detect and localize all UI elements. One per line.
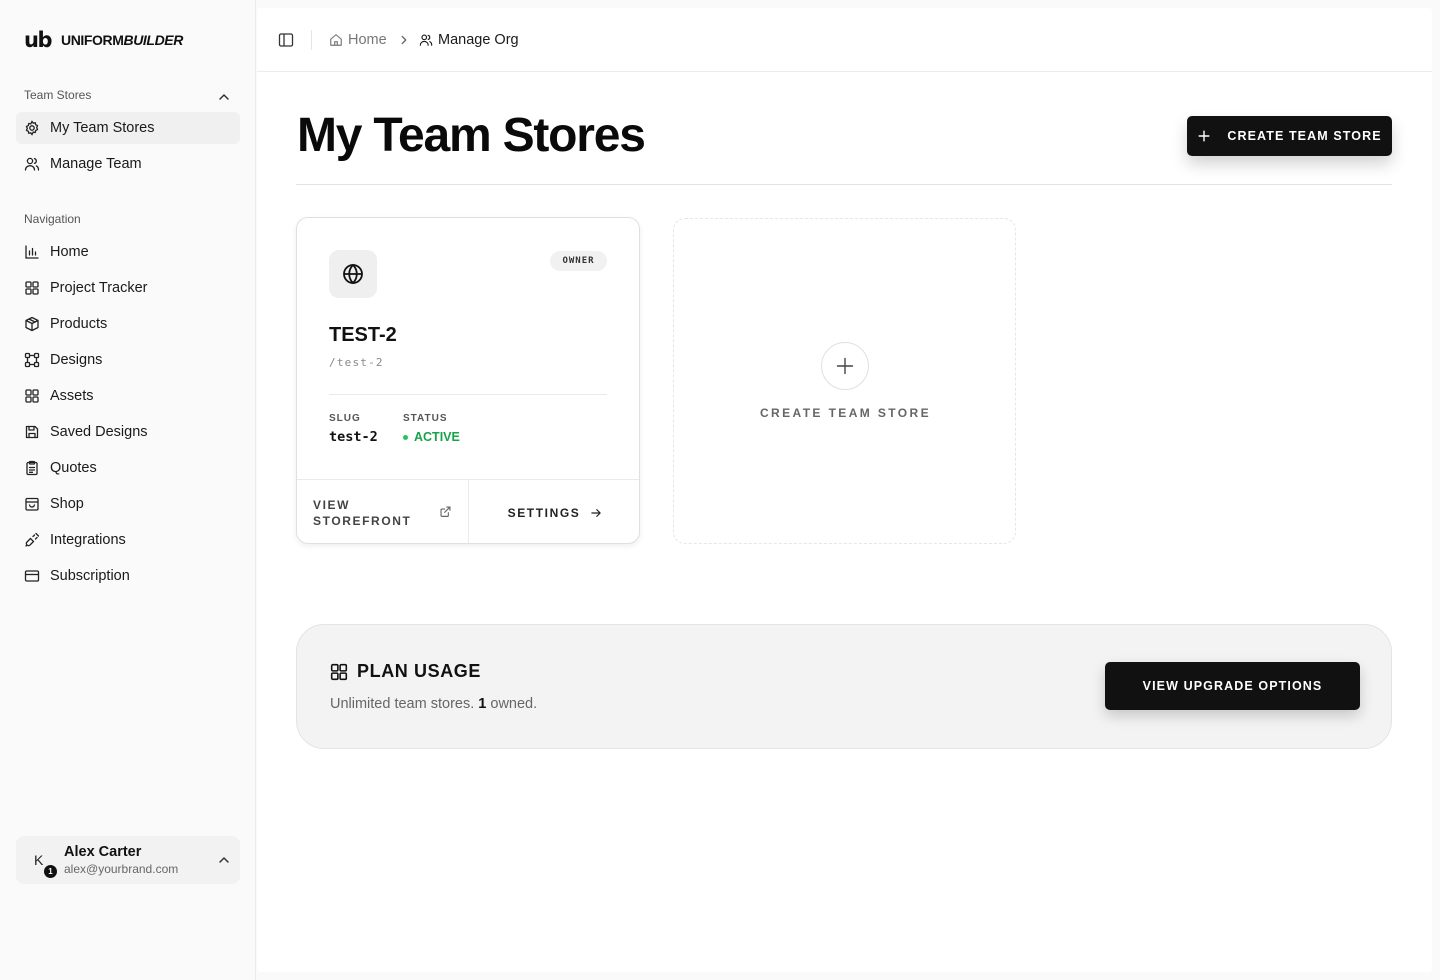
create-team-store-button[interactable]: CREATE TEAM STORE [1187, 116, 1392, 156]
slug-value: test-2 [329, 429, 378, 445]
sidebar-item-quotes[interactable]: Quotes [16, 452, 240, 484]
chevron-right-icon [401, 35, 407, 45]
sidebar: ub UNIFORMBUILDER Team Stores My Team St… [0, 0, 256, 980]
status-dot [403, 434, 408, 440]
breadcrumb-home[interactable]: Home [329, 30, 387, 50]
sidebar-item-assets[interactable]: Assets [16, 380, 240, 412]
store-icon [25, 497, 39, 511]
user-email: alex@yourbrand.com [64, 862, 179, 876]
sidebar-item-integrations[interactable]: Integrations [16, 524, 240, 556]
view-storefront-label: VIEW STOREFRONT [313, 498, 412, 528]
brand-name: UNIFORMBUILDER [61, 32, 183, 48]
sidebar-item-label: Products [50, 316, 108, 332]
sidebar-item-saved-designs[interactable]: Saved Designs [16, 416, 240, 448]
sidebar-item-my-team-stores[interactable]: My Team Stores [16, 112, 240, 144]
status-value: ACTIVE [414, 430, 460, 444]
clipboard-icon [26, 460, 38, 476]
home-icon [330, 34, 342, 46]
grid-icon [25, 281, 39, 295]
main-panel: Home Manage Org My Team Stores CREATE TE… [257, 8, 1432, 972]
sidebar-item-label: Integrations [50, 532, 126, 548]
status-badge: ACTIVE [403, 430, 460, 444]
gear-icon [25, 120, 39, 136]
slug-label: SLUG [329, 413, 361, 424]
frame-icon [24, 352, 40, 368]
upgrade-button-label: VIEW UPGRADE OPTIONS [1142, 679, 1323, 693]
sidebar-item-subscription[interactable]: Subscription [16, 560, 240, 592]
sidebar-toggle-icon[interactable] [278, 32, 294, 48]
store-name: TEST-2 [329, 324, 397, 346]
card-footer: VIEW STOREFRONT SETTINGS [297, 479, 639, 543]
credit-card-icon [24, 570, 40, 582]
view-upgrade-options-button[interactable]: VIEW UPGRADE OPTIONS [1105, 662, 1360, 710]
user-name: Alex Carter [64, 844, 142, 860]
breadcrumb-home-label: Home [348, 32, 387, 48]
save-icon [25, 425, 39, 439]
sidebar-item-shop[interactable]: Shop [16, 488, 240, 520]
top-bar: Home Manage Org [257, 8, 1432, 72]
role-badge: OWNER [550, 251, 607, 271]
breadcrumb-current-label: Manage Org [438, 32, 519, 48]
users-icon [419, 34, 433, 46]
divider [329, 394, 607, 395]
plus-icon [1198, 130, 1210, 142]
package-icon [25, 316, 39, 332]
sidebar-item-label: Designs [50, 352, 103, 368]
plus-icon [821, 342, 869, 390]
notification-badge: 1 [44, 865, 57, 878]
divider [311, 30, 312, 50]
settings-label: SETTINGS [507, 506, 581, 520]
sidebar-item-label: Assets [50, 388, 94, 404]
sidebar-item-label: Project Tracker [50, 280, 148, 296]
sidebar-item-manage-team[interactable]: Manage Team [16, 148, 240, 180]
plan-usage-title: PLAN USAGE [357, 661, 482, 681]
brand-logo[interactable]: ub UNIFORMBUILDER [24, 28, 183, 52]
page-title: My Team Stores [297, 109, 646, 162]
store-path: /test-2 [329, 356, 384, 369]
store-icon [329, 250, 377, 298]
grid-icon [25, 389, 39, 403]
plan-usage-text: Unlimited team stores. 1 owned. [330, 696, 537, 712]
user-menu[interactable]: K 1 Alex Carter alex@yourbrand.com [16, 836, 240, 884]
sidebar-item-home[interactable]: Home [16, 236, 240, 268]
sidebar-item-designs[interactable]: Designs [16, 344, 240, 376]
chevron-up-icon[interactable] [216, 89, 232, 105]
external-link-icon [440, 506, 451, 517]
create-team-store-label: CREATE TEAM STORE [1227, 129, 1382, 143]
globe-icon [343, 263, 363, 285]
sidebar-item-label: Home [50, 244, 89, 260]
plan-usage-text-after: owned. [490, 696, 538, 712]
sidebar-item-label: Manage Team [50, 156, 142, 172]
brand-name-prefix: UNIFORM [60, 32, 124, 48]
chevron-up-icon[interactable] [216, 852, 232, 868]
owned-count: 1 [478, 696, 487, 712]
store-card: OWNER TEST-2 /test-2 SLUG test-2 STATUS … [296, 217, 640, 544]
section-label-team-stores: Team Stores [24, 88, 92, 102]
users-icon [24, 157, 40, 171]
sidebar-item-products[interactable]: Products [16, 308, 240, 340]
section-label-navigation: Navigation [24, 212, 81, 226]
sidebar-item-project-tracker[interactable]: Project Tracker [16, 272, 240, 304]
brand-name-suffix: BUILDER [123, 32, 184, 48]
grid-icon [330, 663, 348, 681]
sidebar-item-label: Quotes [50, 460, 97, 476]
create-team-store-card-label: CREATE TEAM STORE [759, 406, 932, 420]
plan-usage-text-before: Unlimited team stores. [330, 696, 475, 712]
brand-mark: ub [24, 28, 52, 52]
sidebar-item-label: Saved Designs [50, 424, 148, 440]
create-team-store-card[interactable]: CREATE TEAM STORE [673, 218, 1016, 544]
divider [296, 184, 1392, 185]
plan-usage-panel: PLAN USAGE Unlimited team stores. 1 owne… [296, 624, 1392, 749]
sidebar-item-label: My Team Stores [50, 120, 155, 136]
view-storefront-button[interactable]: VIEW STOREFRONT [297, 480, 468, 543]
breadcrumb-current: Manage Org [419, 30, 519, 50]
arrow-right-icon [591, 509, 602, 517]
status-label: STATUS [403, 413, 448, 424]
avatar: K [34, 852, 44, 868]
plug-icon [25, 532, 40, 547]
sidebar-item-label: Subscription [50, 568, 130, 584]
sidebar-item-label: Shop [50, 496, 84, 512]
settings-button[interactable]: SETTINGS [469, 480, 639, 543]
bar-chart-icon [25, 245, 39, 259]
